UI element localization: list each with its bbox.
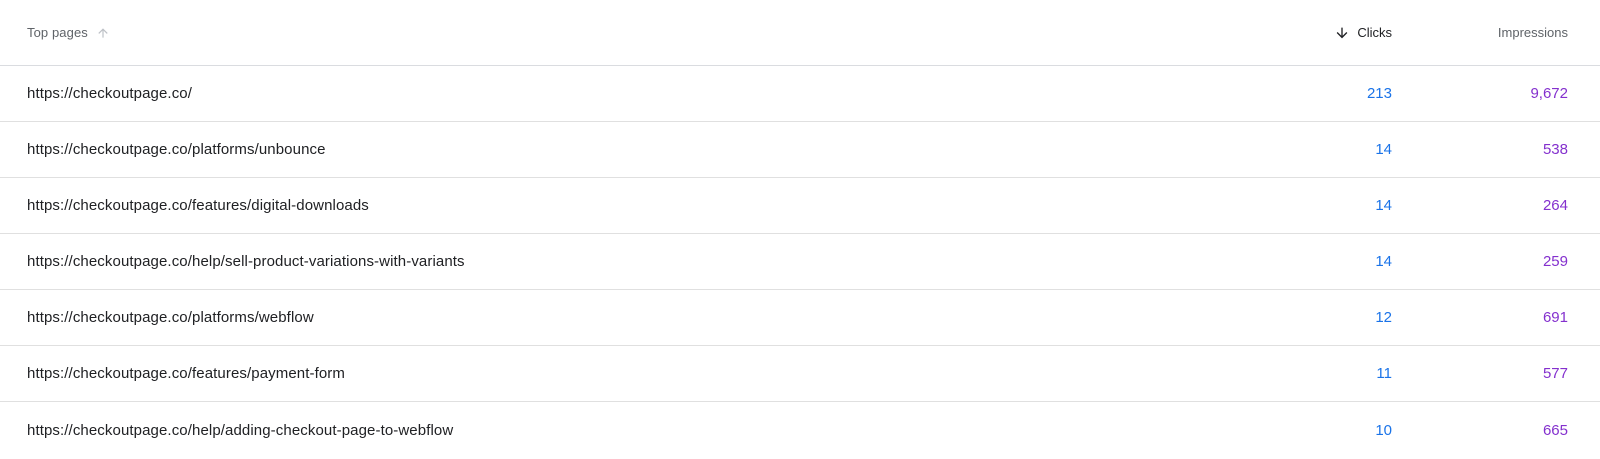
impressions-value: 577	[1542, 365, 1568, 382]
table-header: Top pages Clicks Impressions	[0, 0, 1600, 66]
page-url: https://checkoutpage.co/help/sell-produc…	[27, 253, 465, 270]
arrow-down-icon	[1333, 24, 1351, 42]
table-row[interactable]: https://checkoutpage.co/ 213 9,672	[0, 66, 1600, 122]
impressions-value: 538	[1542, 141, 1568, 158]
column-header-clicks-label: Clicks	[1357, 25, 1392, 40]
clicks-value: 14	[1375, 197, 1392, 214]
top-pages-table: Top pages Clicks Impressions https://che…	[0, 0, 1600, 458]
page-url: https://checkoutpage.co/	[27, 85, 193, 102]
clicks-value: 213	[1366, 85, 1392, 102]
table-row[interactable]: https://checkoutpage.co/platforms/unboun…	[0, 122, 1600, 178]
table-row[interactable]: https://checkoutpage.co/help/adding-chec…	[0, 402, 1600, 458]
impressions-value: 259	[1542, 253, 1568, 270]
clicks-value: 14	[1375, 141, 1392, 158]
table-row[interactable]: https://checkoutpage.co/features/digital…	[0, 178, 1600, 234]
page-url: https://checkoutpage.co/features/digital…	[27, 197, 369, 214]
clicks-value: 14	[1375, 253, 1392, 270]
page-url: https://checkoutpage.co/help/adding-chec…	[27, 421, 454, 439]
table-row[interactable]: https://checkoutpage.co/features/payment…	[0, 346, 1600, 402]
impressions-value: 665	[1542, 421, 1568, 439]
clicks-value: 12	[1375, 309, 1392, 326]
page-url: https://checkoutpage.co/features/payment…	[27, 365, 345, 382]
impressions-value: 9,672	[1530, 85, 1568, 102]
table-row[interactable]: https://checkoutpage.co/help/sell-produc…	[0, 234, 1600, 290]
clicks-value: 11	[1376, 365, 1392, 382]
column-header-top-pages[interactable]: Top pages	[27, 0, 112, 65]
page-url: https://checkoutpage.co/platforms/unboun…	[27, 141, 326, 158]
page-url: https://checkoutpage.co/platforms/webflo…	[27, 309, 314, 326]
arrow-up-icon	[94, 24, 112, 42]
column-header-top-pages-label: Top pages	[27, 25, 88, 40]
column-header-impressions-label: Impressions	[1497, 25, 1568, 40]
impressions-value: 691	[1542, 309, 1568, 326]
column-header-impressions[interactable]: Impressions	[1498, 0, 1568, 65]
table-row[interactable]: https://checkoutpage.co/platforms/webflo…	[0, 290, 1600, 346]
impressions-value: 264	[1542, 197, 1568, 214]
clicks-value: 10	[1375, 421, 1392, 439]
column-header-clicks[interactable]: Clicks	[1333, 0, 1392, 65]
